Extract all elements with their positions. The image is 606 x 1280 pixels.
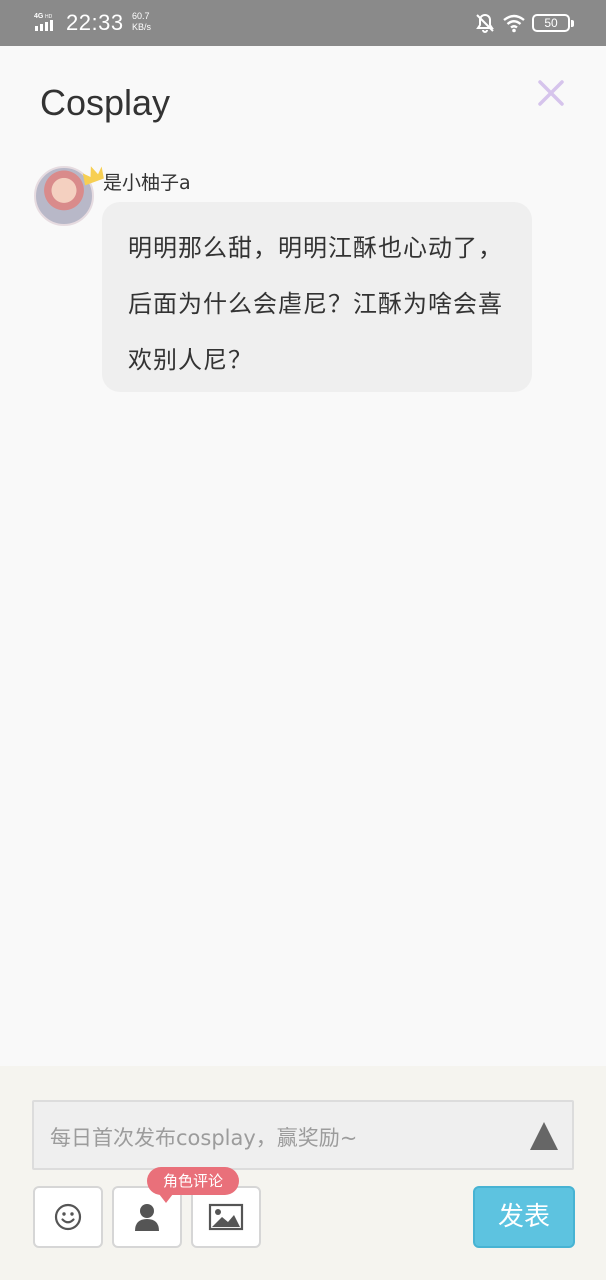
emoji-button[interactable] [33, 1186, 103, 1248]
signal-icon: 4G HD [34, 13, 53, 31]
image-button[interactable] [191, 1186, 261, 1248]
battery-icon: 50 [532, 14, 574, 32]
page-title: Cosplay [40, 82, 171, 123]
status-bar: 4G HD 22:33 60.7 KB/s 50 [0, 0, 606, 46]
comment-text: 明明那么甜，明明江酥也心动了，后面为什么会虐尼？江酥为啥会喜欢别人尼？ [128, 234, 503, 374]
mute-icon [476, 13, 494, 33]
svg-text:HD: HD [45, 14, 53, 20]
comment-bubble: 明明那么甜，明明江酥也心动了，后面为什么会虐尼？江酥为啥会喜欢别人尼？ [102, 202, 532, 392]
comment-input[interactable]: 每日首次发布cosplay，赢奖励~ [32, 1100, 574, 1170]
network-speed-unit: KB/s [132, 22, 152, 32]
publish-button[interactable]: 发表 [473, 1186, 575, 1248]
triangle-up-icon[interactable] [528, 1120, 560, 1152]
comment-username[interactable]: 是小柚子a [103, 168, 191, 195]
person-icon [135, 1204, 159, 1231]
wifi-icon [503, 14, 525, 33]
role-comment-tooltip: 角色评论 [147, 1167, 239, 1203]
comment-avatar-group[interactable] [32, 160, 104, 230]
status-time: 22:33 [66, 10, 124, 35]
comment-input-placeholder: 每日首次发布cosplay，赢奖励~ [50, 1126, 358, 1150]
close-icon[interactable] [534, 76, 568, 110]
network-speed-value: 60.7 [132, 11, 150, 21]
comment-composer: 每日首次发布cosplay，赢奖励~ 角色评论 发表 [0, 1066, 606, 1280]
svg-text:4G: 4G [34, 13, 44, 20]
network-speed: 60.7 KB/s [132, 11, 151, 33]
image-icon [208, 1203, 244, 1231]
smiley-icon [54, 1203, 82, 1231]
